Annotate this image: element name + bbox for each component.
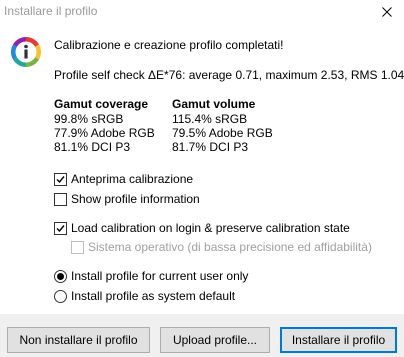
checkmark-icon xyxy=(56,224,65,232)
install-profile-button[interactable]: Installare il profilo xyxy=(280,327,397,353)
gamut-coverage-column: Gamut coverage 99.8% sRGB 77.9% Adobe RG… xyxy=(54,97,155,154)
system-os-checkbox xyxy=(71,240,84,254)
load-calibration-option[interactable]: Load calibration on login & preserve cal… xyxy=(54,221,350,235)
info-icon xyxy=(10,36,42,67)
show-profile-info-label: Show profile information xyxy=(71,192,200,206)
preview-calibration-checkbox[interactable] xyxy=(54,172,67,186)
close-icon xyxy=(382,7,392,17)
upload-profile-button[interactable]: Upload profile... xyxy=(160,327,270,353)
show-profile-info-checkbox[interactable] xyxy=(54,192,67,206)
install-current-user-option[interactable]: Install profile for current user only xyxy=(54,269,248,283)
system-os-option: Sistema operativo (di bassa precisione e… xyxy=(71,240,372,254)
install-system-default-option[interactable]: Install profile as system default xyxy=(54,289,235,303)
gamut-volume-dci-p3: 81.7% DCI P3 xyxy=(172,140,249,154)
checkmark-icon xyxy=(56,175,65,183)
gamut-volume-header: Gamut volume xyxy=(172,97,256,111)
install-current-user-radio[interactable] xyxy=(54,269,67,283)
system-os-label: Sistema operativo (di bassa precisione e… xyxy=(88,240,372,254)
preview-calibration-label: Anteprima calibrazione xyxy=(71,172,194,186)
install-system-default-label: Install profile as system default xyxy=(71,289,236,303)
install-current-user-label: Install profile for current user only xyxy=(71,269,249,283)
gamut-coverage-adobe-rgb: 77.9% Adobe RGB xyxy=(54,126,155,140)
install-system-default-radio[interactable] xyxy=(54,289,67,303)
gamut-coverage-srgb: 99.8% sRGB xyxy=(54,112,124,126)
install-profile-dialog: Installare il profilo Calibrazione e cre… xyxy=(0,0,404,357)
gamut-coverage-header: Gamut coverage xyxy=(54,97,149,111)
load-calibration-label: Load calibration on login & preserve cal… xyxy=(71,221,350,235)
gamut-coverage-dci-p3: 81.1% DCI P3 xyxy=(54,140,131,154)
radio-selected-dot xyxy=(57,272,64,280)
completion-heading: Calibrazione e creazione profilo complet… xyxy=(54,38,284,52)
close-button[interactable] xyxy=(370,0,404,24)
show-profile-info-option[interactable]: Show profile information xyxy=(54,192,200,206)
gamut-volume-srgb: 115.4% sRGB xyxy=(172,112,248,126)
gamut-volume-adobe-rgb: 79.5% Adobe RGB xyxy=(172,126,273,140)
window-title: Installare il profilo xyxy=(4,4,98,18)
self-check-text: Profile self check ΔE*76: average 0.71, … xyxy=(54,68,404,82)
gamut-volume-column: Gamut volume 115.4% sRGB 79.5% Adobe RGB… xyxy=(172,97,273,154)
dont-install-button[interactable]: Non installare il profilo xyxy=(7,327,150,353)
title-bar: Installare il profilo xyxy=(0,0,404,24)
load-calibration-checkbox[interactable] xyxy=(54,221,67,235)
preview-calibration-option[interactable]: Anteprima calibrazione xyxy=(54,172,193,186)
